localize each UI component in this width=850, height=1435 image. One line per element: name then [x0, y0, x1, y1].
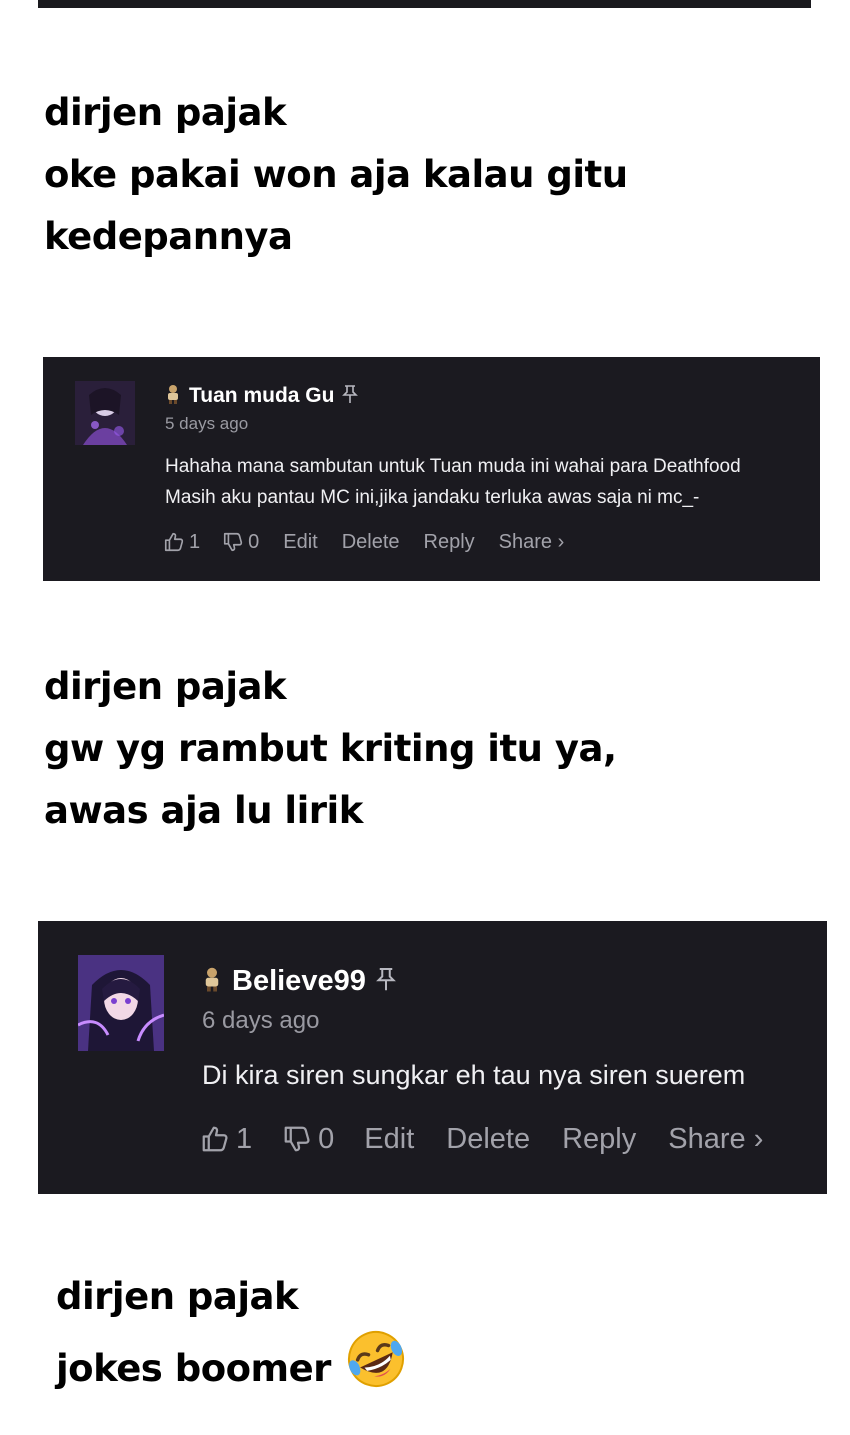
- comment-line: Hahaha mana sambutan untuk Tuan muda ini…: [165, 456, 741, 477]
- note-line: awas aja lu lirik: [44, 789, 363, 832]
- like-button[interactable]: 1: [200, 1123, 252, 1156]
- delete-button[interactable]: Delete: [446, 1123, 530, 1156]
- person-badge-icon: [165, 384, 181, 409]
- note-line: gw yg rambut kriting itu ya,: [44, 727, 617, 770]
- note-line: oke pakai won aja kalau gitu: [44, 153, 628, 196]
- comment-time: 5 days ago: [165, 414, 249, 433]
- comment-actions: 1 0 Edit Delete Reply Share ›: [200, 1119, 763, 1159]
- share-button[interactable]: Share ›: [499, 531, 565, 554]
- like-count: 1: [236, 1122, 253, 1155]
- share-button[interactable]: Share ›: [668, 1123, 763, 1156]
- reply-button[interactable]: Reply: [562, 1123, 636, 1156]
- reply-button[interactable]: Reply: [424, 531, 475, 554]
- note-line: kedepannya: [44, 215, 293, 258]
- delete-button[interactable]: Delete: [342, 531, 400, 554]
- thumbs-up-icon: [200, 1124, 230, 1154]
- thumbs-up-icon: [163, 531, 185, 553]
- pin-icon[interactable]: [375, 966, 396, 997]
- comment-body: Hahaha mana sambutan untuk Tuan muda ini…: [165, 451, 741, 513]
- like-button[interactable]: 1: [163, 531, 200, 554]
- comment-line: Di kira siren sungkar eh tau nya siren s…: [202, 1060, 746, 1090]
- note-line: dirjen pajak: [44, 91, 287, 134]
- comment-header: Believe99: [202, 961, 396, 1001]
- dislike-count: 0: [318, 1122, 335, 1155]
- note-line: jokes boomer: [56, 1346, 331, 1390]
- caption-note-3: dirjen pajak jokes boomer: [56, 1266, 407, 1409]
- comment-line: Masih aku pantau MC ini,jika jandaku ter…: [165, 487, 700, 508]
- comment-header: Tuan muda Gu: [165, 381, 359, 411]
- comment-actions: 1 0 Edit Delete Reply Share ›: [163, 527, 564, 557]
- thumbs-down-icon: [222, 531, 244, 553]
- dislike-button[interactable]: 0: [282, 1123, 334, 1156]
- person-badge-icon: [202, 966, 222, 997]
- comment-card: Believe99 6 days ago Di kira siren sungk…: [38, 921, 827, 1194]
- top-divider-bar: [38, 0, 811, 8]
- thumbs-down-icon: [282, 1124, 312, 1154]
- avatar[interactable]: [78, 955, 164, 1051]
- avatar[interactable]: [75, 381, 135, 445]
- caption-note-2: dirjen pajak gw yg rambut kriting itu ya…: [44, 656, 617, 842]
- comment-body: Di kira siren sungkar eh tau nya siren s…: [202, 1057, 745, 1093]
- username[interactable]: Believe99: [232, 965, 366, 998]
- username[interactable]: Tuan muda Gu: [189, 384, 334, 408]
- rolling-on-floor-laughing-emoji: [345, 1328, 407, 1409]
- like-count: 1: [189, 530, 201, 553]
- note-line: dirjen pajak: [44, 665, 287, 708]
- edit-button[interactable]: Edit: [283, 531, 317, 554]
- note-line: dirjen pajak: [56, 1275, 299, 1318]
- dislike-button[interactable]: 0: [222, 531, 259, 554]
- dislike-count: 0: [248, 530, 260, 553]
- caption-note-1: dirjen pajak oke pakai won aja kalau git…: [44, 82, 628, 268]
- edit-button[interactable]: Edit: [364, 1123, 414, 1156]
- comment-time: 6 days ago: [202, 1007, 320, 1034]
- comment-card: Tuan muda Gu 5 days ago Hahaha mana samb…: [43, 357, 820, 581]
- pin-icon[interactable]: [342, 384, 359, 409]
